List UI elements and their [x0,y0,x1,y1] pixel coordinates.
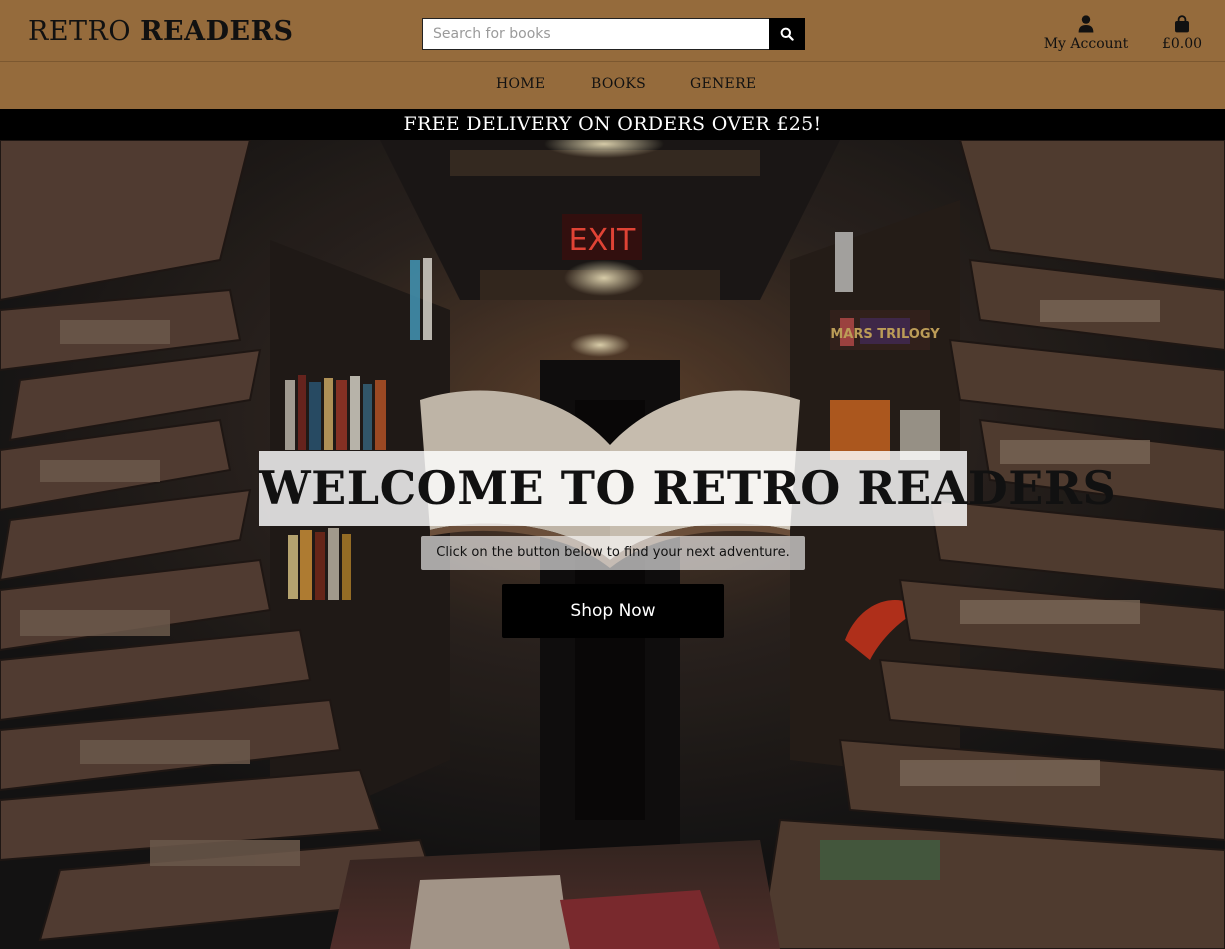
nav-home[interactable]: HOME [496,76,545,92]
nav-books[interactable]: BOOKS [591,76,646,92]
hero-subtitle: Click on the button below to find your n… [421,536,805,570]
brand-name-light: RETRO [28,16,132,47]
brand-name-bold: READERS [140,16,294,47]
search-form [422,18,805,50]
search-icon [780,27,794,41]
shopping-bag-icon [1175,15,1189,33]
user-icon [1078,15,1094,33]
hero-section: EXIT MARS TRILOGY WELCOME TO RETRO READE… [0,140,1225,949]
shop-now-button[interactable]: Shop Now [502,584,724,638]
site-header: RETRO READERS My Account £0.00 [0,0,1225,62]
search-button[interactable] [769,18,805,50]
nav-genre[interactable]: GENERE [690,76,756,92]
search-input[interactable] [422,18,769,50]
delivery-banner: FREE DELIVERY ON ORDERS OVER £25! [0,109,1225,140]
main-nav: HOME BOOKS GENERE [0,62,1225,109]
my-account-label: My Account [1043,36,1129,52]
shopping-bag-link[interactable]: £0.00 [1160,15,1204,52]
hero-title: WELCOME TO RETRO READERS [259,451,1116,526]
my-account-link[interactable]: My Account [1043,15,1129,52]
bag-total: £0.00 [1161,36,1203,52]
brand-logo[interactable]: RETRO READERS [28,16,294,47]
